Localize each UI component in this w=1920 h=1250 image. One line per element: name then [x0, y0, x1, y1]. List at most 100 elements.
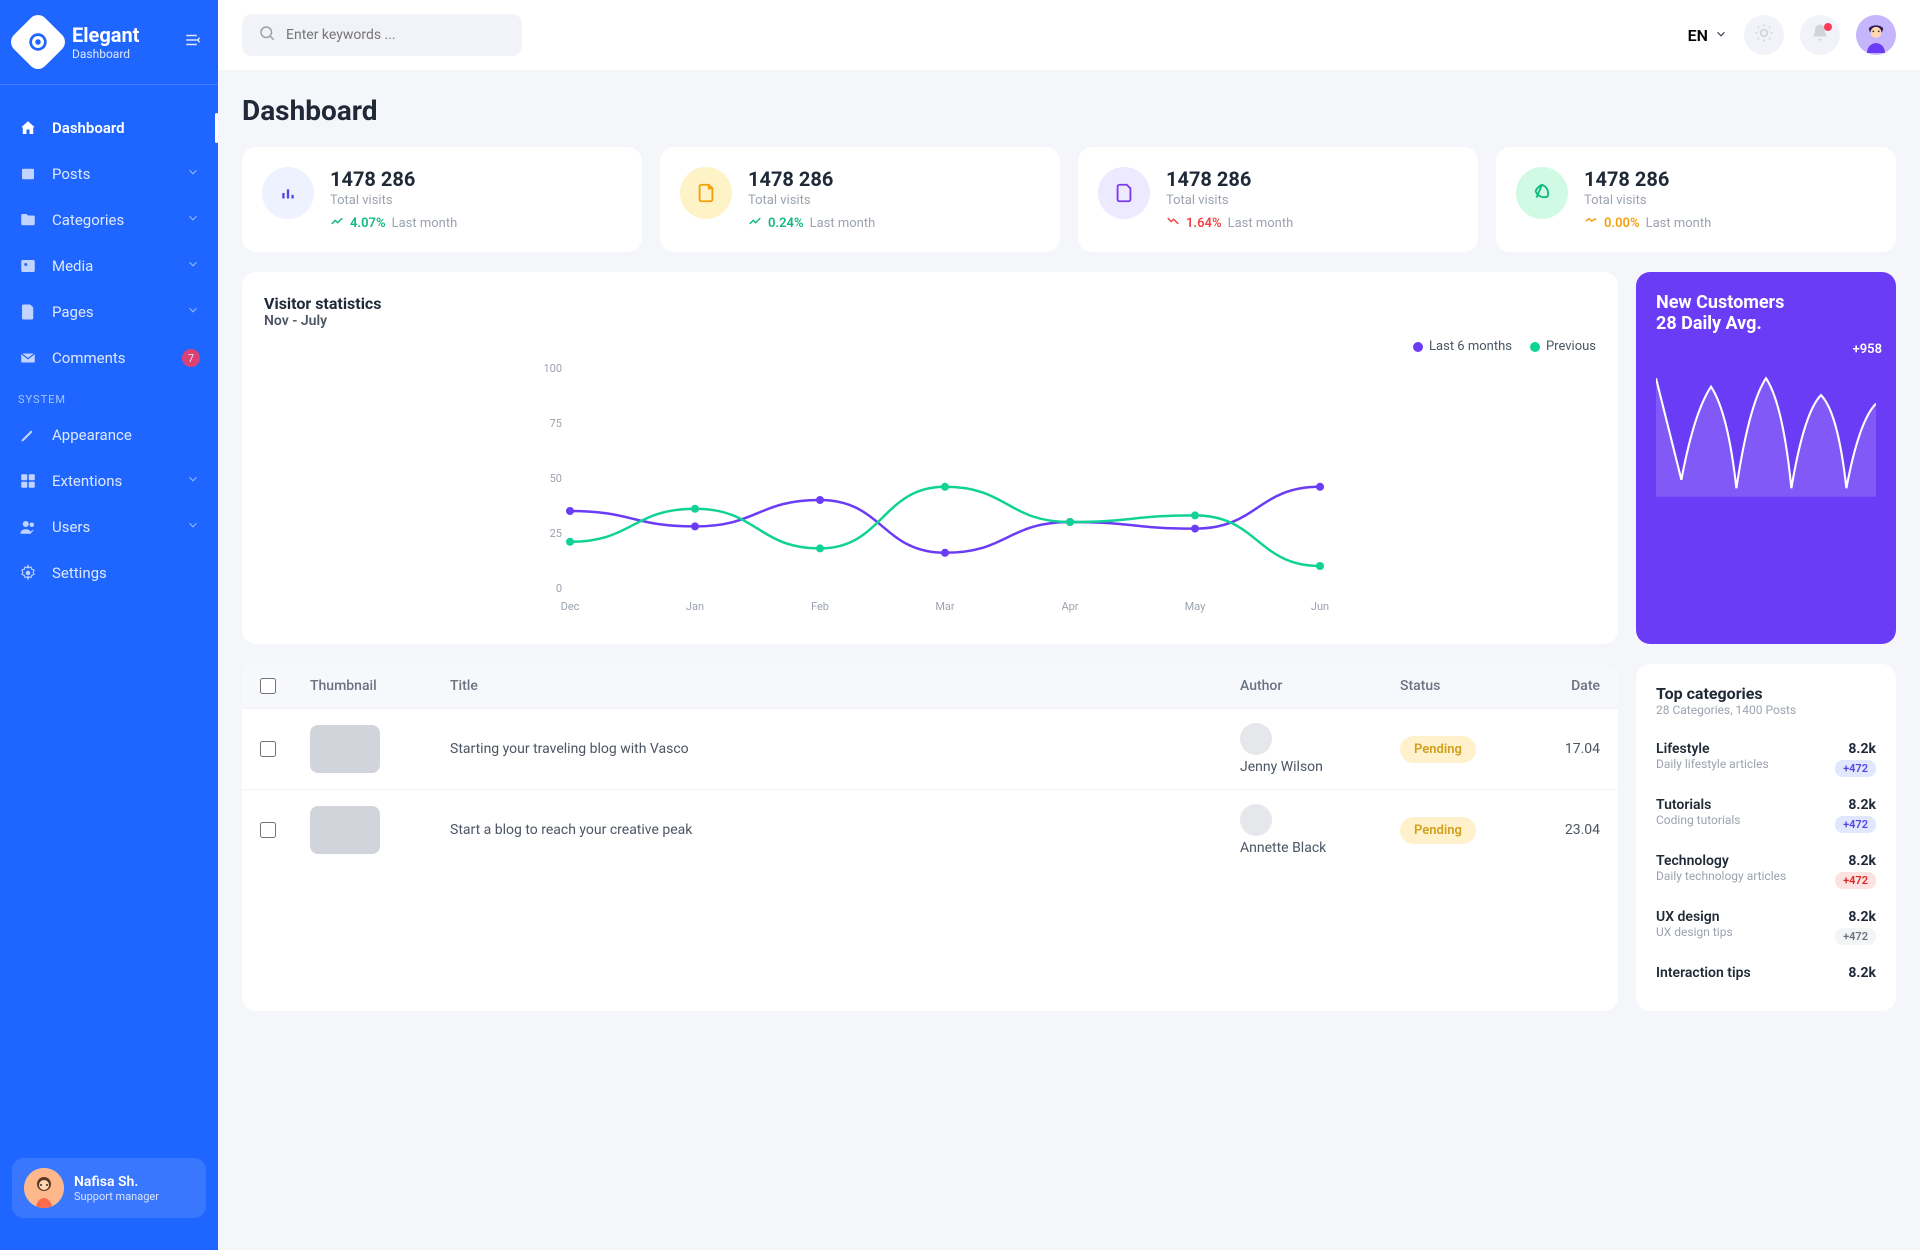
- profile-avatar[interactable]: [1856, 15, 1896, 55]
- stat-label: Total visits: [1166, 193, 1293, 208]
- sidebar-item-appearance[interactable]: Appearance: [0, 412, 218, 458]
- sidebar-item-extentions[interactable]: Extentions: [0, 458, 218, 504]
- cat-count: 8.2k: [1835, 909, 1876, 925]
- pen-icon: [18, 425, 38, 445]
- search-input[interactable]: [286, 27, 506, 43]
- newcust-tag: +958: [1853, 342, 1882, 357]
- sidebar-item-label: Categories: [52, 211, 186, 229]
- category-row[interactable]: TechnologyDaily technology articles 8.2k…: [1656, 843, 1876, 899]
- thumbnail: [310, 806, 380, 854]
- stat-value: 1478 286: [1166, 167, 1293, 191]
- sidebar-item-dashboard[interactable]: Dashboard: [0, 105, 218, 151]
- svg-text:75: 75: [550, 417, 562, 430]
- category-row[interactable]: TutorialsCoding tutorials 8.2k+472: [1656, 787, 1876, 843]
- user-card[interactable]: Nafisa Sh. Support manager: [12, 1158, 206, 1218]
- stat-delta: 0.00%Last month: [1584, 214, 1711, 232]
- row-checkbox[interactable]: [260, 741, 276, 757]
- stat-pct: 1.64%: [1186, 216, 1222, 231]
- svg-text:50: 50: [550, 472, 562, 485]
- svg-text:25: 25: [550, 527, 562, 540]
- sidebar-item-users[interactable]: Users: [0, 504, 218, 550]
- sidebar-item-label: Pages: [52, 303, 186, 321]
- logo-row: Elegant Dashboard: [0, 20, 218, 85]
- author-name: Jenny Wilson: [1240, 759, 1390, 775]
- cat-desc: Daily lifestyle articles: [1656, 757, 1769, 771]
- sidebar-item-settings[interactable]: Settings: [0, 550, 218, 596]
- gear-icon: [18, 563, 38, 583]
- legend-dot: [1530, 342, 1540, 352]
- trend-icon: [1584, 214, 1598, 232]
- stat-pct: 4.07%: [350, 216, 386, 231]
- stat-period: Last month: [1646, 216, 1712, 231]
- new-customers-card: New Customers 28 Daily Avg. +958: [1636, 272, 1896, 644]
- row-checkbox[interactable]: [260, 822, 276, 838]
- sidebar-item-label: Users: [52, 518, 186, 536]
- table-row[interactable]: Start a blog to reach your creative peak…: [242, 789, 1618, 870]
- content: Dashboard 1478 286Total visits 4.07%Last…: [218, 70, 1920, 1250]
- thumbnail: [310, 725, 380, 773]
- main: EN Dashboard 1478 286Total visits 4.07%L…: [218, 0, 1920, 1250]
- leaf-icon: [1516, 167, 1568, 219]
- sidebar-item-label: Extentions: [52, 472, 186, 490]
- stat-label: Total visits: [748, 193, 875, 208]
- grid-icon: [18, 471, 38, 491]
- sidebar-item-media[interactable]: Media: [0, 243, 218, 289]
- category-row[interactable]: UX designUX design tips 8.2k+472: [1656, 899, 1876, 955]
- sidebar-item-pages[interactable]: Pages: [0, 289, 218, 335]
- collapse-icon[interactable]: [184, 31, 202, 53]
- notifications-button[interactable]: [1800, 15, 1840, 55]
- home-icon: [18, 118, 38, 138]
- author-avatar: [1240, 804, 1272, 836]
- top-categories-card: Top categories 28 Categories, 1400 Posts…: [1636, 664, 1896, 1011]
- sidebar-item-categories[interactable]: Categories: [0, 197, 218, 243]
- category-row[interactable]: Interaction tips 8.2k: [1656, 955, 1876, 991]
- stat-delta: 1.64%Last month: [1166, 214, 1293, 232]
- chart-title: Visitor statistics: [264, 294, 1596, 313]
- th-author: Author: [1240, 678, 1390, 694]
- sun-icon: [1754, 23, 1774, 47]
- stat-value: 1478 286: [748, 167, 875, 191]
- search-box[interactable]: [242, 14, 522, 56]
- users-icon: [18, 517, 38, 537]
- search-icon: [258, 24, 276, 46]
- cats-subtitle: 28 Categories, 1400 Posts: [1656, 703, 1876, 717]
- cat-count: 8.2k: [1835, 797, 1876, 813]
- sidebar-item-comments[interactable]: Comments7: [0, 335, 218, 381]
- svg-text:Jun: Jun: [1311, 600, 1329, 613]
- brand-title: Elegant: [72, 23, 184, 47]
- table-header-row: Thumbnail Title Author Status Date: [242, 664, 1618, 708]
- chevron-down-icon: [186, 472, 200, 490]
- chevron-down-icon: [1714, 26, 1728, 45]
- cat-desc: Daily technology articles: [1656, 869, 1786, 883]
- author-avatar: [1240, 723, 1272, 755]
- svg-text:Jan: Jan: [686, 600, 704, 613]
- user-name: Nafisa Sh.: [74, 1174, 159, 1190]
- cat-name: Tutorials: [1656, 797, 1741, 813]
- stat-label: Total visits: [330, 193, 457, 208]
- category-row[interactable]: LifestyleDaily lifestyle articles 8.2k+4…: [1656, 731, 1876, 787]
- bars-icon: [262, 167, 314, 219]
- stat-period: Last month: [810, 216, 876, 231]
- language-label: EN: [1688, 26, 1708, 45]
- sidebar-item-label: Comments: [52, 349, 182, 367]
- th-title: Title: [450, 678, 1230, 694]
- legend-dot: [1413, 342, 1423, 352]
- table-row[interactable]: Starting your traveling blog with Vasco …: [242, 708, 1618, 789]
- stat-pct: 0.24%: [768, 216, 804, 231]
- notification-dot: [1824, 23, 1832, 31]
- theme-toggle[interactable]: [1744, 15, 1784, 55]
- row-title: Start a blog to reach your creative peak: [450, 822, 1230, 838]
- posts-table: Thumbnail Title Author Status Date Start…: [242, 664, 1618, 1011]
- image-icon: [18, 256, 38, 276]
- newcust-subtitle: 28 Daily Avg.: [1656, 313, 1876, 334]
- row-date: 23.04: [1520, 822, 1600, 838]
- cat-desc: Coding tutorials: [1656, 813, 1741, 827]
- legend-label: Last 6 months: [1429, 339, 1512, 354]
- sidebar-item-posts[interactable]: Posts: [0, 151, 218, 197]
- sidebar-item-label: Settings: [52, 564, 200, 582]
- language-selector[interactable]: EN: [1688, 26, 1728, 45]
- svg-text:Mar: Mar: [935, 600, 955, 613]
- select-all-checkbox[interactable]: [260, 678, 276, 694]
- chevron-down-icon: [186, 211, 200, 229]
- author-name: Annette Black: [1240, 840, 1390, 856]
